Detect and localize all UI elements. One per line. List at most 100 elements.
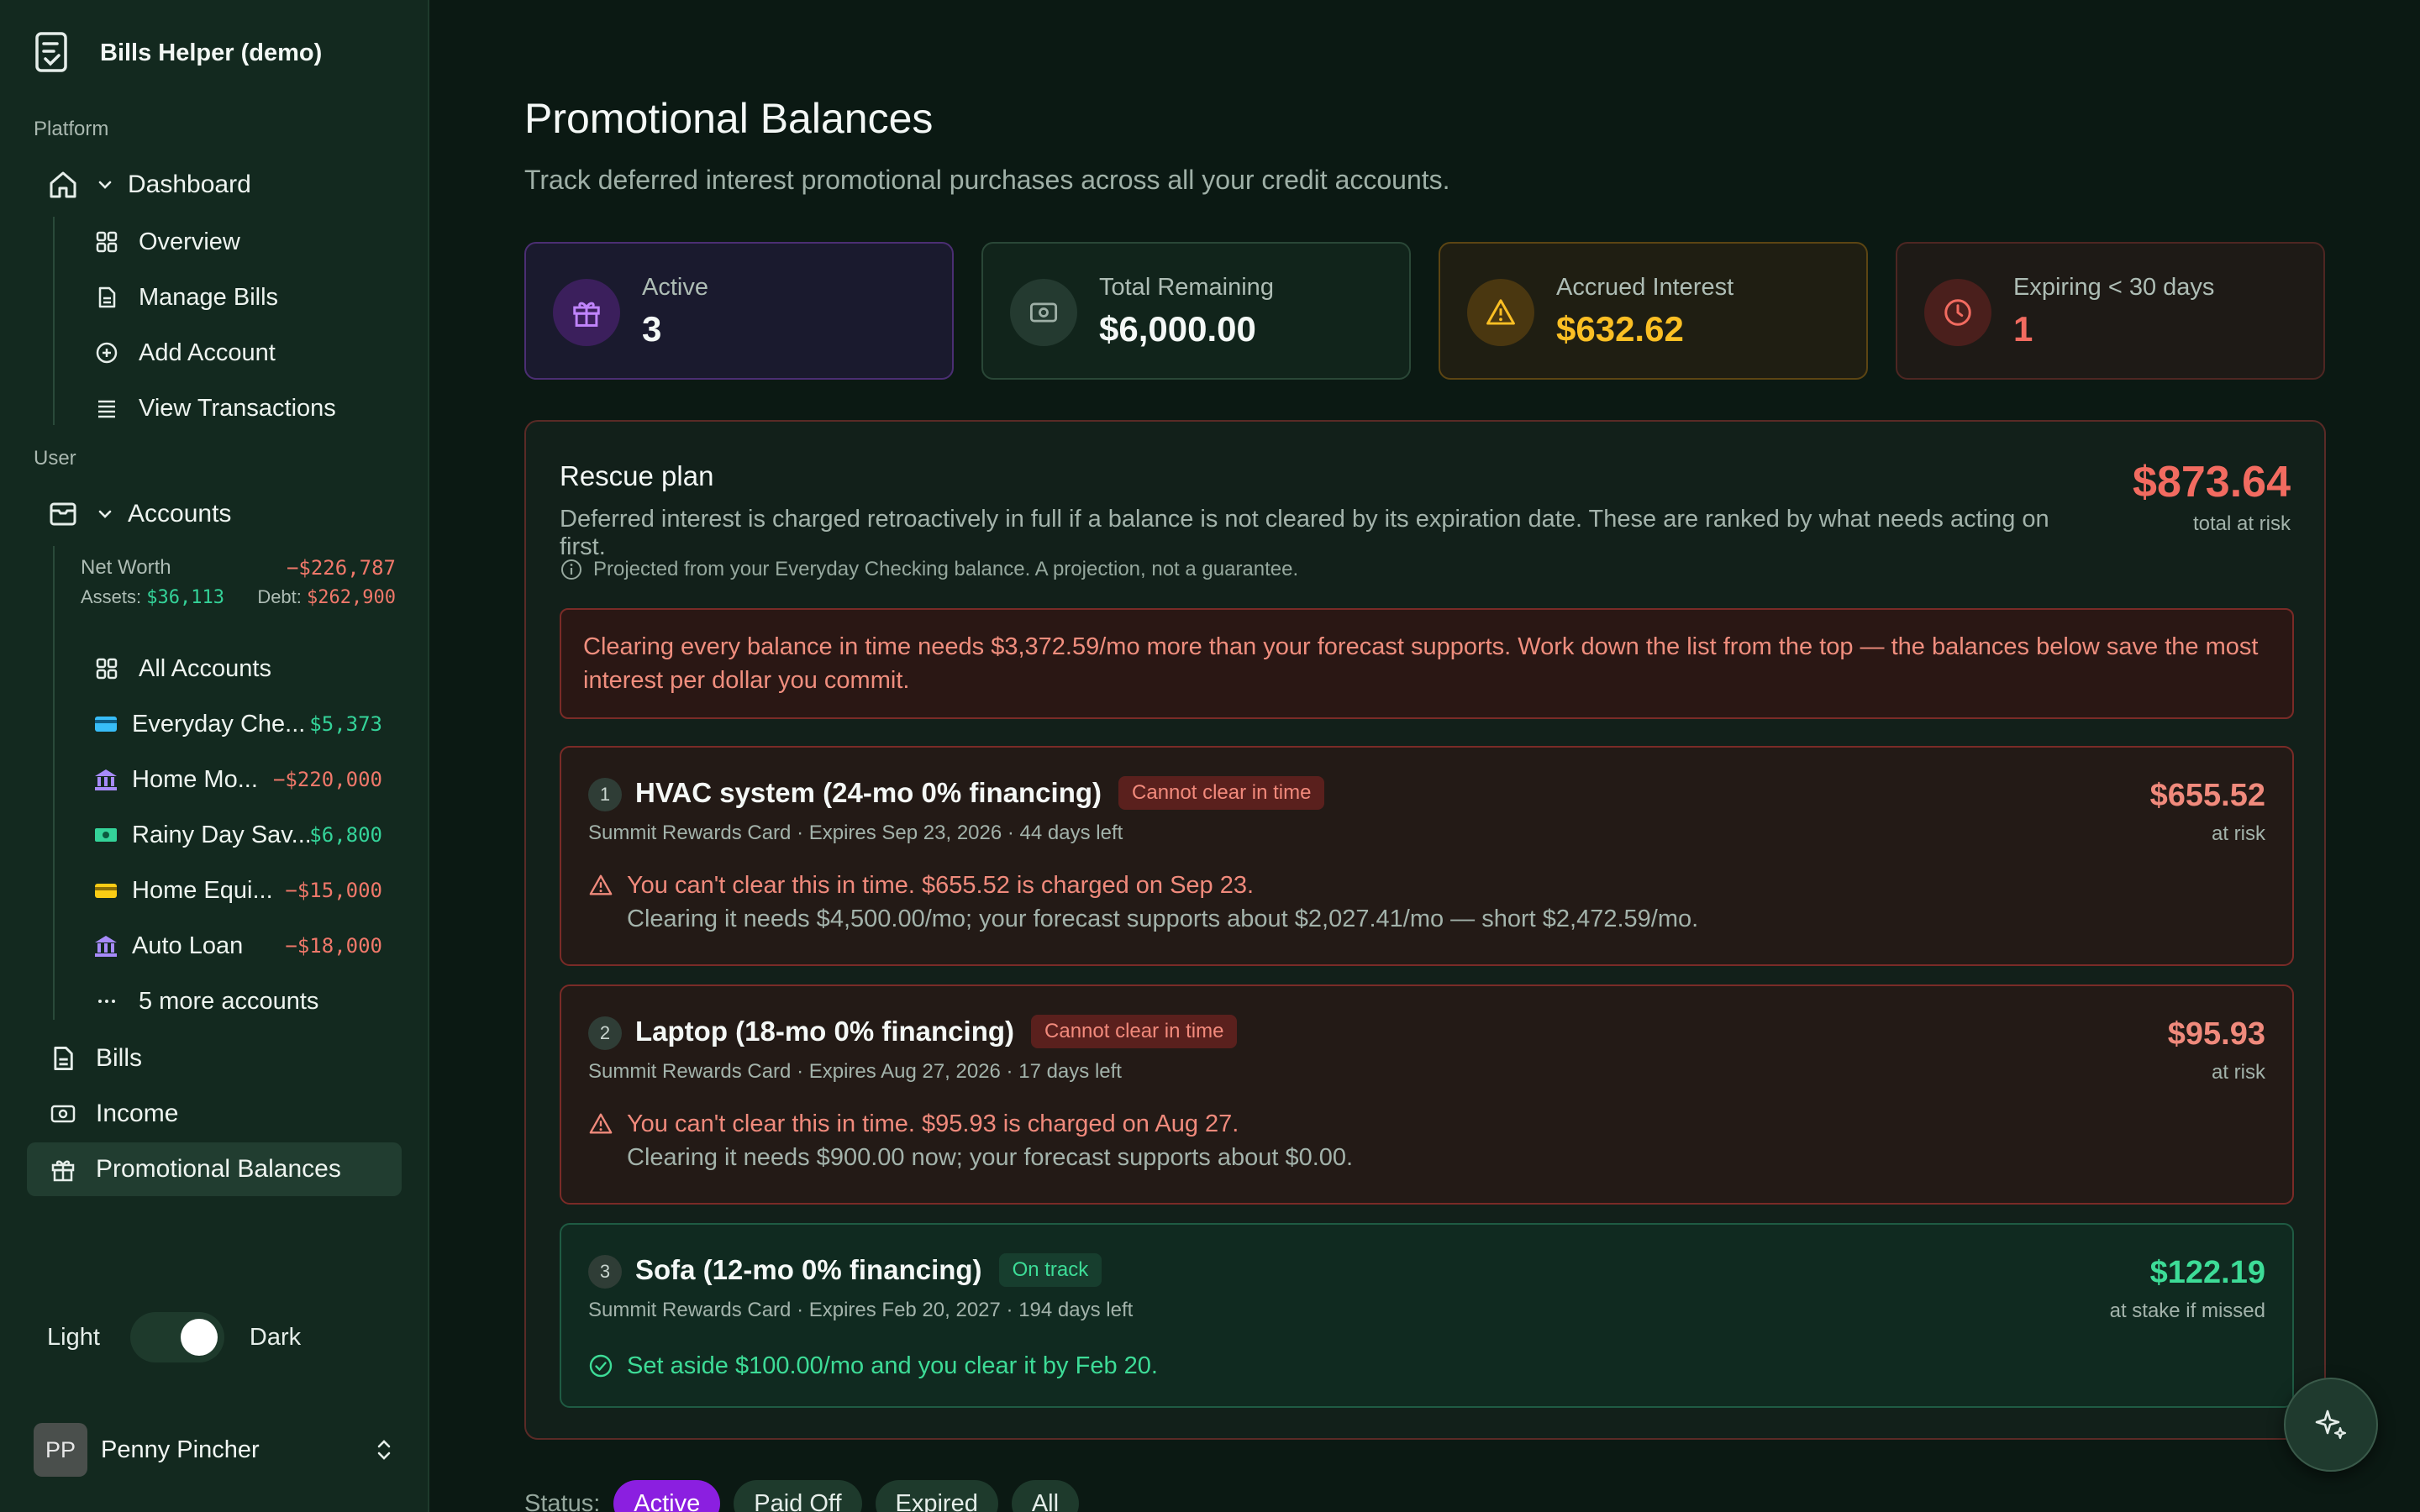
wallet-icon [47, 498, 79, 530]
stat-label: Expiring < 30 days [2013, 274, 2215, 301]
nav-all-accounts[interactable]: All Accounts [93, 645, 271, 692]
submenu-line [53, 546, 55, 1020]
promo-name: Sofa (12-mo 0% financing) On track [635, 1253, 1102, 1287]
nav-add-account[interactable]: Add Account [93, 329, 276, 376]
stat-label: Accrued Interest [1556, 274, 1734, 301]
promo-name-text: HVAC system (24-mo 0% financing) [635, 777, 1102, 808]
promo-message-line2: Clearing it needs $900.00 now; your fore… [627, 1144, 1354, 1171]
grid-icon [93, 655, 120, 682]
user-name: Penny Pincher [101, 1436, 260, 1463]
user-menu[interactable]: PP Penny Pincher [34, 1423, 395, 1477]
rank-badge: 1 [588, 778, 622, 811]
nav-bills-label: Bills [96, 1044, 143, 1072]
promo-item[interactable]: 1 HVAC system (24-mo 0% financing) Canno… [560, 746, 2294, 966]
nav-overview-label: Overview [139, 228, 240, 255]
stat-label: Total Remaining [1099, 274, 1274, 301]
net-worth-value: −$226,787 [286, 556, 396, 580]
filter-expired[interactable]: Expired [875, 1480, 998, 1512]
assets-label: Assets: [81, 586, 142, 607]
account-item[interactable]: Rainy Day Sav... $6,800 [93, 811, 382, 858]
filter-paid-off[interactable]: Paid Off [734, 1480, 862, 1512]
chevron-up-down-icon [373, 1437, 395, 1462]
rescue-title: Rescue plan [560, 460, 714, 491]
warning-icon [1467, 279, 1534, 346]
account-balance: −$15,000 [285, 879, 382, 902]
account-balance: $6,800 [309, 823, 382, 847]
clock-icon [1924, 279, 1991, 346]
promo-meta: Summit Rewards Card · Expires Sep 23, 20… [588, 822, 1123, 844]
group-label-platform: Platform [34, 118, 109, 140]
nav-accounts-label: Accounts [128, 500, 232, 528]
account-name: Everyday Che... [132, 710, 306, 738]
money-icon [47, 1098, 79, 1130]
account-name: Home Mo... [132, 765, 258, 793]
nav-income-label: Income [96, 1100, 179, 1127]
account-item[interactable]: Home Mo... −$220,000 [93, 756, 382, 803]
promo-item[interactable]: 2 Laptop (18-mo 0% financing) Cannot cle… [560, 984, 2294, 1205]
status-badge: Cannot clear in time [1031, 1015, 1238, 1048]
promo-amount-label: at risk [2211, 822, 2265, 845]
promo-amount-value: $655.52 [2149, 778, 2265, 813]
nav-dashboard[interactable]: Dashboard [47, 161, 251, 208]
list-icon [93, 395, 120, 422]
account-item[interactable]: Everyday Che... $5,373 [93, 701, 382, 748]
theme-toggle[interactable] [129, 1312, 224, 1362]
promo-message-line2: Clearing it needs $4,500.00/mo; your for… [627, 906, 1699, 932]
nav-bills[interactable]: Bills [47, 1035, 142, 1082]
nav-promo-label: Promotional Balances [96, 1155, 341, 1183]
status-badge: On track [998, 1253, 1102, 1287]
net-worth-summary: Net Worth −$226,787 Assets: $36,113 Debt… [81, 556, 396, 608]
info-icon [560, 558, 583, 581]
stat-card-expiring: Expiring < 30 days 1 [1896, 242, 2325, 380]
projection-note: Projected from your Everyday Checking ba… [560, 558, 1298, 581]
promo-message: Set aside $100.00/mo and you clear it by… [588, 1349, 1158, 1383]
document-icon [47, 1042, 79, 1074]
account-balance: $5,373 [309, 712, 382, 736]
promo-amount-value: $95.93 [2167, 1016, 2265, 1052]
nav-overview[interactable]: Overview [93, 218, 240, 265]
brand[interactable]: Bills Helper (demo) [34, 30, 322, 76]
check-circle-icon [588, 1353, 613, 1378]
rescue-total: $873.64 total at risk [2133, 457, 2291, 536]
bank-icon [93, 767, 118, 792]
page-title: Promotional Balances [524, 95, 934, 142]
promo-message-line1: Set aside $100.00/mo and you clear it by… [627, 1352, 1158, 1379]
sidebar: Bills Helper (demo) Platform Dashboard O… [0, 0, 429, 1512]
nav-promotional-balances[interactable]: Promotional Balances [47, 1146, 341, 1193]
sparkles-icon [2311, 1404, 2351, 1445]
warning-icon [588, 1111, 613, 1137]
grid-icon [93, 228, 120, 255]
nav-view-transactions[interactable]: View Transactions [93, 385, 336, 432]
promo-item[interactable]: 3 Sofa (12-mo 0% financing) On track Sum… [560, 1223, 2294, 1408]
stat-value: $632.62 [1556, 309, 1684, 349]
rank-badge: 3 [588, 1255, 622, 1289]
nav-manage-bills[interactable]: Manage Bills [93, 274, 278, 321]
nav-accounts[interactable]: Accounts [47, 491, 231, 538]
nav-add-account-label: Add Account [139, 339, 276, 366]
promo-amount: $122.19 at stake if missed [2110, 1255, 2265, 1323]
account-item[interactable]: Auto Loan −$18,000 [93, 922, 382, 969]
status-filter-label: Status: [524, 1489, 601, 1512]
filter-all[interactable]: All [1011, 1480, 1080, 1512]
status-badge: Cannot clear in time [1118, 776, 1325, 810]
theme-switcher: Light Dark [47, 1312, 301, 1362]
account-balance: −$220,000 [272, 768, 382, 791]
stat-card-total-remaining: Total Remaining $6,000.00 [981, 242, 1411, 380]
promo-name: Laptop (18-mo 0% financing) Cannot clear… [635, 1015, 1238, 1048]
app-name: Bills Helper (demo) [100, 39, 323, 66]
account-item[interactable]: Home Equi... −$15,000 [93, 867, 382, 914]
assets-value: $36,113 [146, 587, 224, 608]
avatar: PP [34, 1423, 87, 1477]
promo-name: HVAC system (24-mo 0% financing) Cannot … [635, 776, 1325, 810]
ai-assistant-button[interactable] [2284, 1378, 2378, 1472]
filter-active[interactable]: Active [613, 1480, 721, 1512]
promo-amount-label: at stake if missed [2109, 1299, 2265, 1322]
stat-value: 1 [2013, 309, 2033, 349]
theme-light-label: Light [47, 1323, 100, 1351]
page-subtitle: Track deferred interest promotional purc… [524, 165, 1450, 195]
promo-meta: Summit Rewards Card · Expires Aug 27, 20… [588, 1060, 1122, 1083]
nav-more-accounts[interactable]: 5 more accounts [93, 978, 318, 1025]
stat-card-active: Active 3 [524, 242, 954, 380]
nav-income[interactable]: Income [47, 1090, 178, 1137]
promo-amount: $95.93 at risk [2168, 1016, 2265, 1084]
